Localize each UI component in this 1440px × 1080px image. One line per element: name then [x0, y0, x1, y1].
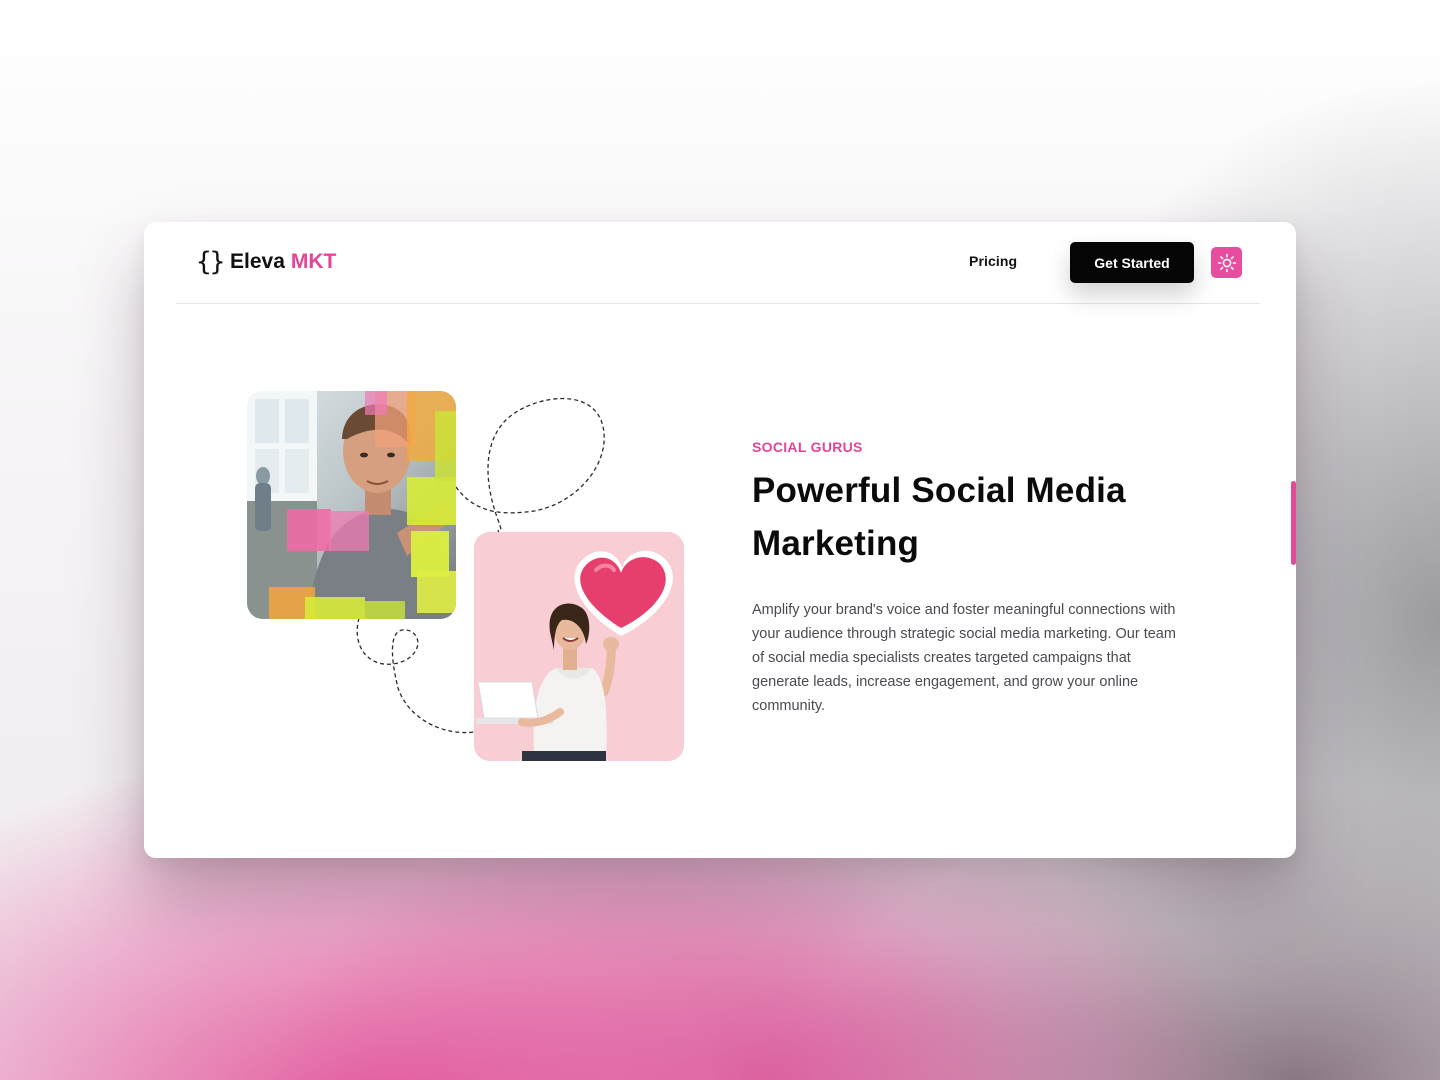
man-with-sticky-notes-photo [247, 391, 456, 619]
hero-description: Amplify your brand's voice and foster me… [752, 602, 1176, 714]
theme-toggle-button[interactable] [1211, 247, 1242, 278]
brand-name: Eleva [230, 250, 285, 273]
brand-logo[interactable]: {} Eleva MKT [196, 246, 336, 278]
hero-headline: Powerful Social Media Marketing [752, 471, 1126, 563]
top-navbar: {} Eleva MKT Pricing Get Started [176, 222, 1260, 304]
hero-card: {} Eleva MKT Pricing Get Started SOCIAL … [144, 222, 1296, 858]
scroll-indicator[interactable] [1291, 481, 1296, 565]
hero-eyebrow: SOCIAL GURUS [752, 439, 863, 455]
get-started-button[interactable]: Get Started [1070, 242, 1194, 283]
hero-media [246, 390, 686, 762]
curly-braces-icon: {} [196, 247, 225, 277]
sun-icon [1217, 253, 1236, 272]
man-photo-illustration [247, 391, 456, 619]
brand-accent: MKT [290, 250, 337, 273]
woman-with-heart-and-laptop-photo [474, 532, 684, 761]
woman-photo-illustration [474, 532, 684, 761]
nav-link-pricing[interactable]: Pricing [969, 253, 1017, 269]
